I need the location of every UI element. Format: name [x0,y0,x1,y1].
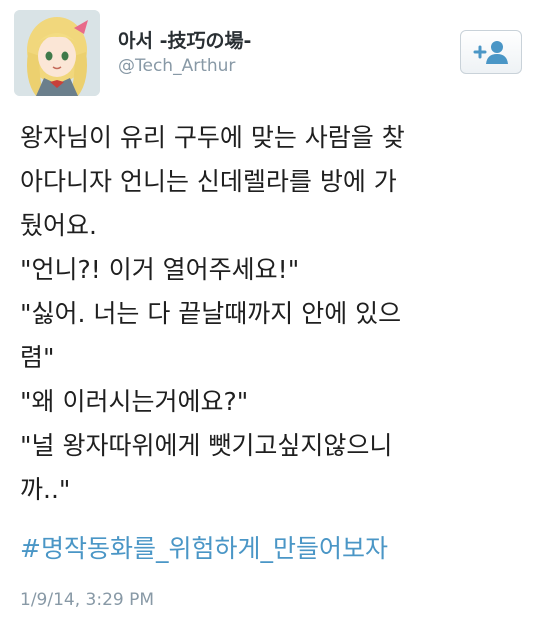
tweet-line: 뒀어요. [20,211,97,240]
tweet-line: 아다니자 언니는 신데렐라를 방에 가 [20,167,397,196]
user-handle[interactable]: @Tech_Arthur [118,56,235,76]
tweet-line: "널 왕자따위에게 뺏기고싶지않으니 [20,431,393,460]
tweet-line: "왜 이러시는거에요?" [20,387,249,416]
tweet-line: 까.." [20,475,71,504]
avatar[interactable] [14,10,100,96]
tweet-timestamp[interactable]: 1/9/14, 3:29 PM [20,590,154,610]
tweet-line: "언니?! 이거 열어주세요!" [20,255,300,284]
hashtag-link[interactable]: #명작동화를_위험하게_만들어보자 [20,527,388,571]
follow-person-plus-icon [473,41,508,64]
tweet-line: 왕자님이 유리 구두에 맞는 사람을 찾 [20,123,405,152]
display-name[interactable]: 아서 -技巧の場- [118,26,251,53]
tweet-text: 왕자님이 유리 구두에 맞는 사람을 찾 아다니자 언니는 신데렐라를 방에 가… [20,116,525,512]
tweet-line: 렴" [20,343,55,372]
avatar-anime-girl-icon [14,10,100,96]
tweet-line: "싫어. 너는 다 끝날때까지 안에 있으 [20,299,402,328]
follow-button[interactable] [460,30,522,74]
tweet-header: 아서 -技巧の場- @Tech_Arthur [0,0,540,110]
